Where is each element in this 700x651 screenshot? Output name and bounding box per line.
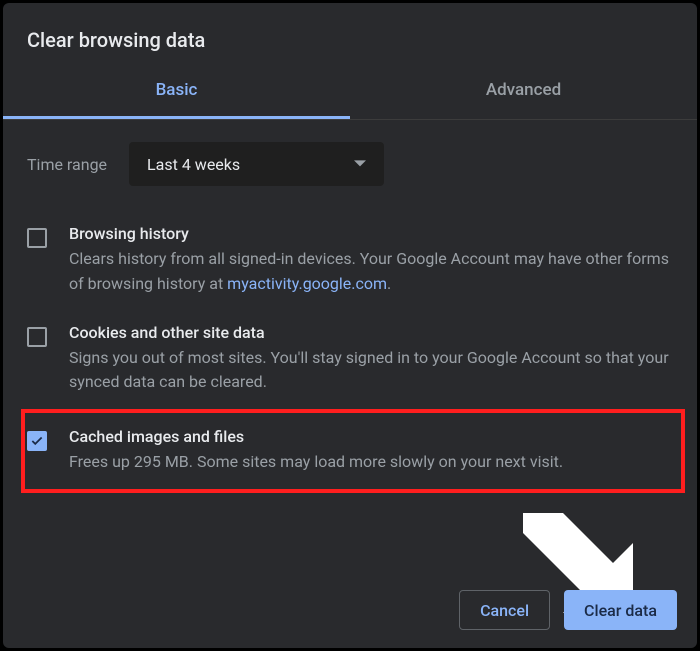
- dialog-footer: Cancel Clear data: [459, 590, 677, 630]
- caret-down-icon: [354, 155, 366, 174]
- option-cookies: Cookies and other site data Signs you ou…: [27, 315, 673, 414]
- desc-text: .: [387, 274, 391, 293]
- tab-advanced[interactable]: Advanced: [350, 80, 697, 119]
- option-text: Cached images and files Frees up 295 MB.…: [69, 427, 563, 475]
- checkbox-browsing-history[interactable]: [27, 228, 47, 248]
- option-title: Cached images and files: [69, 427, 563, 446]
- time-range-value: Last 4 weeks: [147, 155, 240, 174]
- option-title: Cookies and other site data: [69, 323, 673, 342]
- time-range-select[interactable]: Last 4 weeks: [129, 142, 384, 186]
- time-range-row: Time range Last 4 weeks: [27, 142, 673, 186]
- dialog-body: Time range Last 4 weeks Browsing history…: [3, 120, 697, 493]
- tabs: Basic Advanced: [3, 80, 697, 120]
- option-title: Browsing history: [69, 224, 673, 243]
- option-cached: Cached images and files Frees up 295 MB.…: [27, 413, 673, 493]
- clear-data-button[interactable]: Clear data: [564, 590, 677, 630]
- dialog-title: Clear browsing data: [3, 3, 697, 52]
- clear-browsing-data-dialog: Clear browsing data Basic Advanced Time …: [3, 3, 697, 648]
- checkbox-cookies[interactable]: [27, 327, 47, 347]
- option-desc: Frees up 295 MB. Some sites may load mor…: [69, 450, 563, 475]
- option-text: Browsing history Clears history from all…: [69, 224, 673, 297]
- option-text: Cookies and other site data Signs you ou…: [69, 323, 673, 396]
- time-range-label: Time range: [27, 155, 107, 174]
- option-desc: Clears history from all signed-in device…: [69, 247, 673, 297]
- checkbox-cached[interactable]: [27, 431, 47, 451]
- myactivity-link[interactable]: myactivity.google.com: [227, 274, 387, 293]
- option-desc: Signs you out of most sites. You'll stay…: [69, 346, 673, 396]
- cancel-button[interactable]: Cancel: [459, 590, 550, 630]
- option-browsing-history: Browsing history Clears history from all…: [27, 216, 673, 315]
- tab-basic[interactable]: Basic: [3, 80, 350, 119]
